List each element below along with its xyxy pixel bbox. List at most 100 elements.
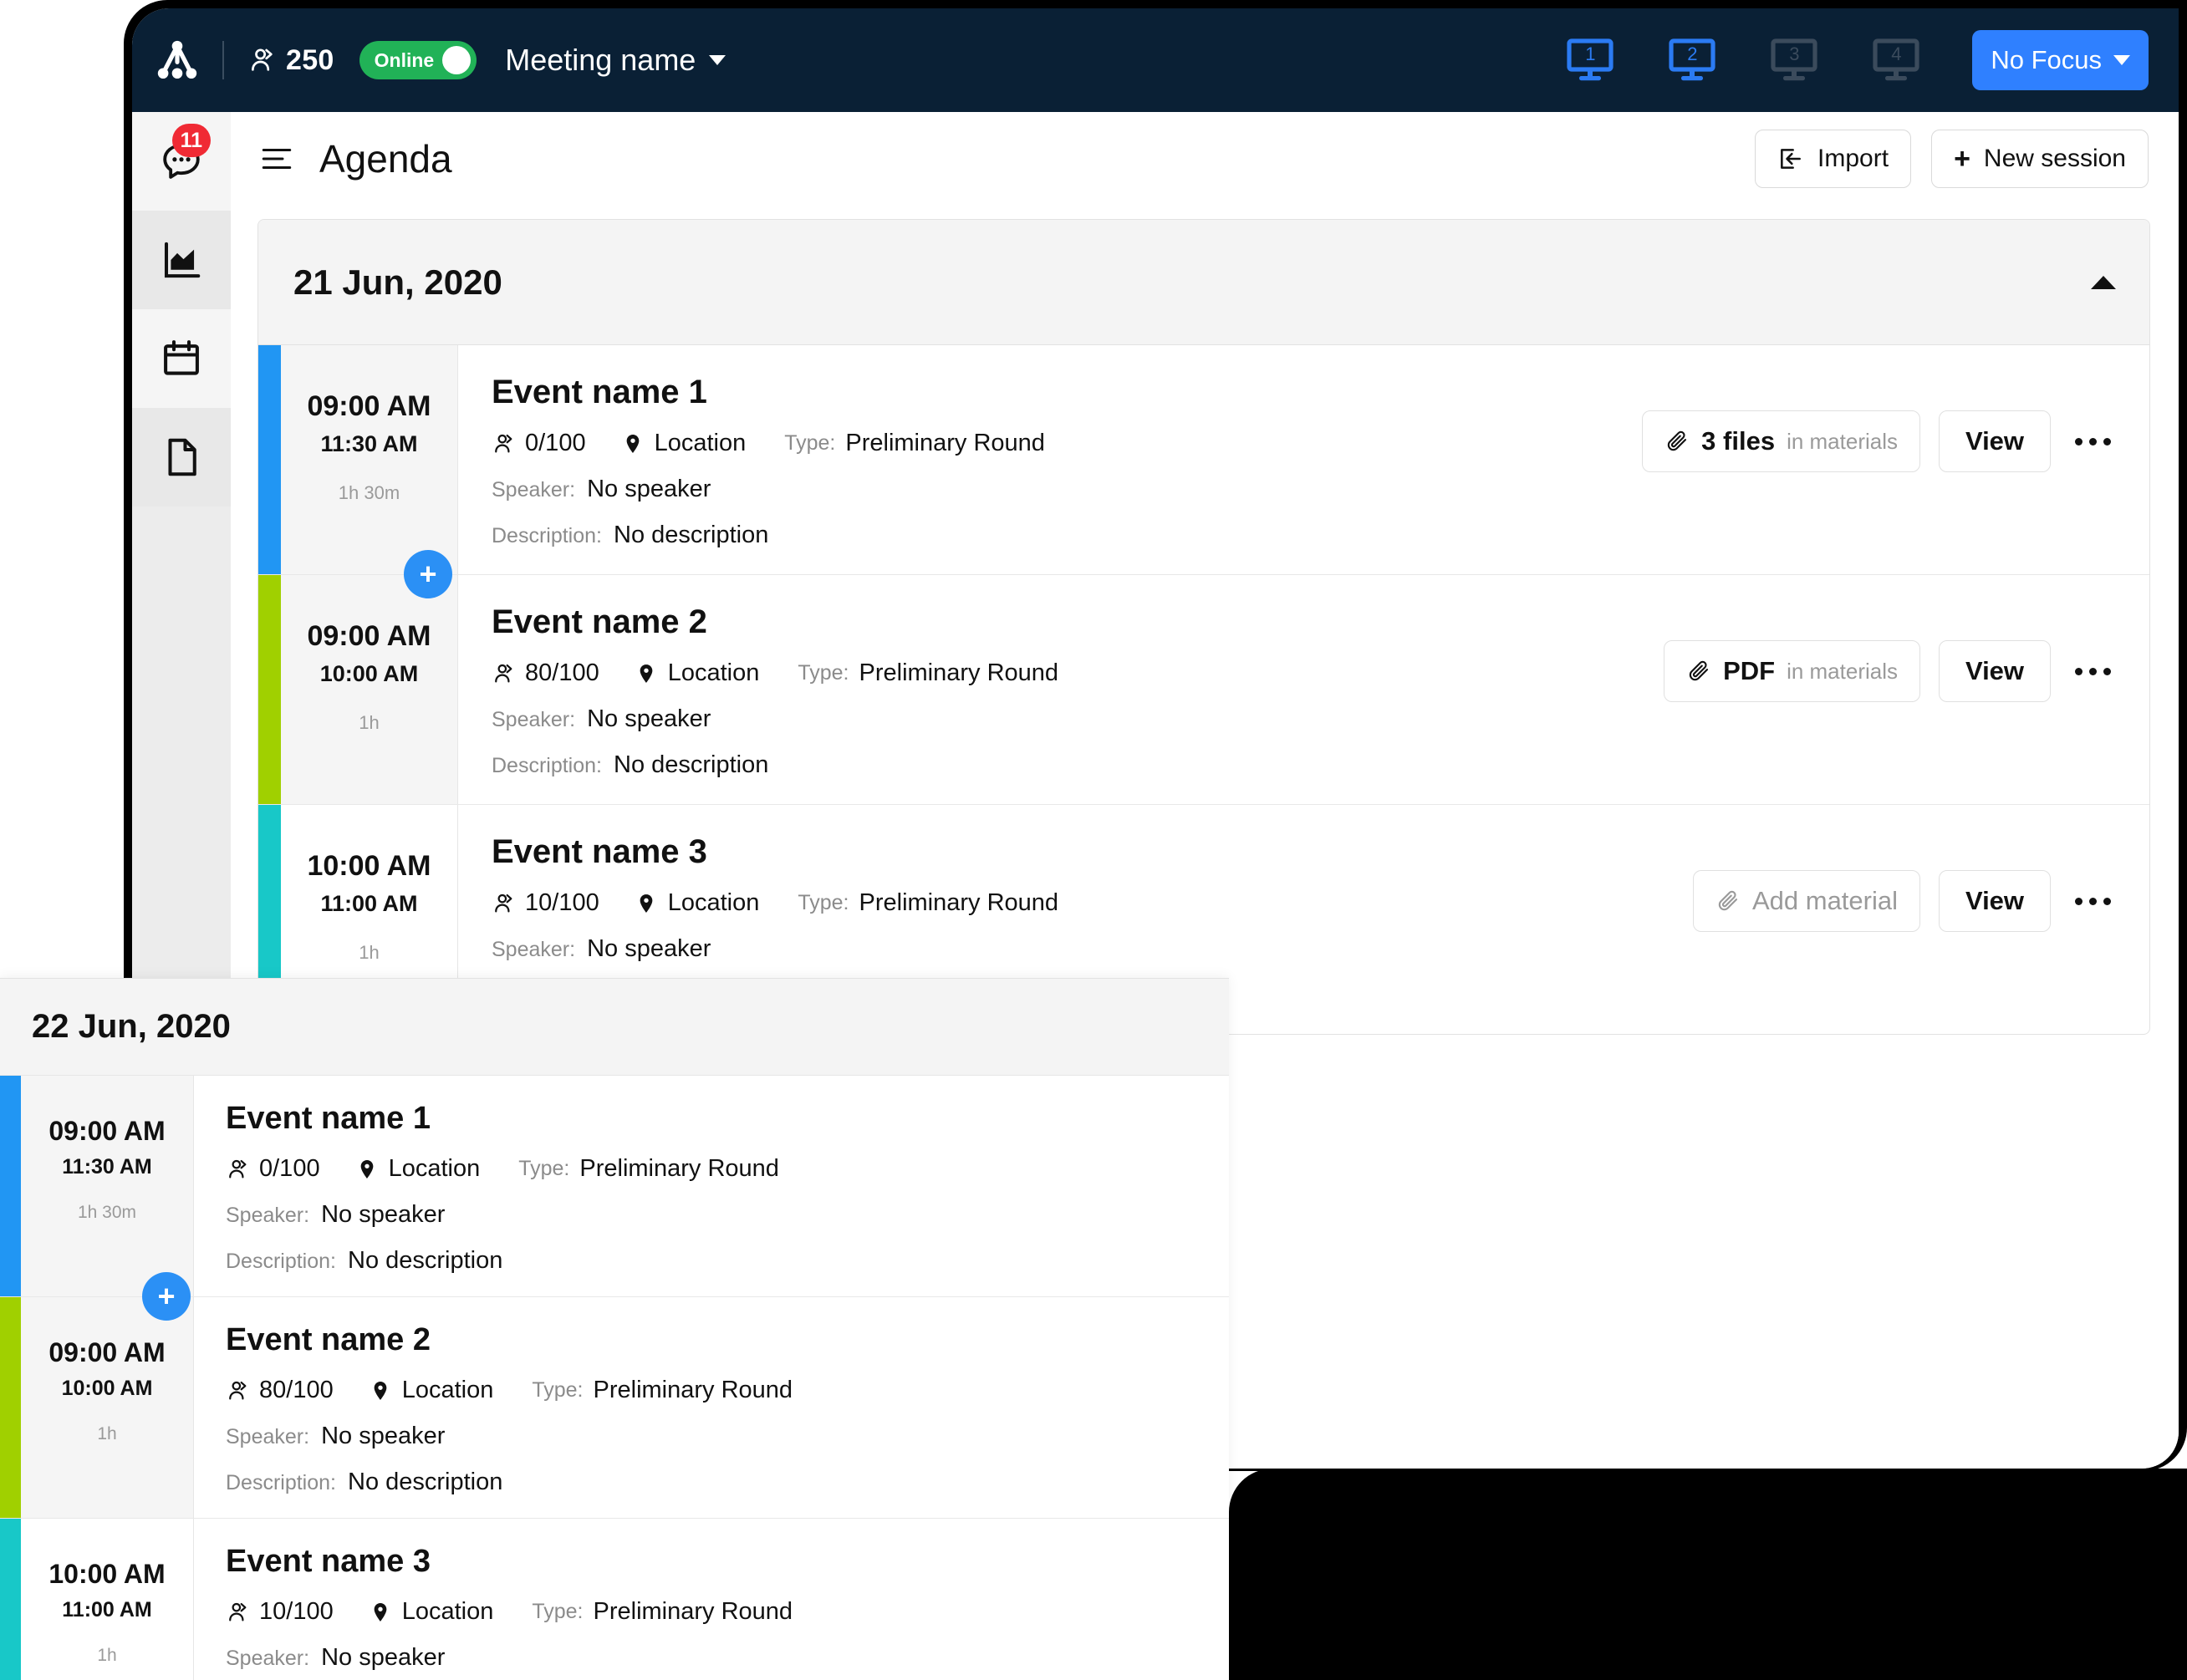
event-name: Event name 3 bbox=[226, 1544, 431, 1579]
app-logo[interactable] bbox=[132, 38, 222, 83]
screen-button-1[interactable]: 1 bbox=[1566, 38, 1614, 83]
page-title: Agenda bbox=[319, 137, 452, 181]
event-description: Description: No description bbox=[492, 751, 1664, 779]
event-details: Event name 2 80/100 Location Type: Preli… bbox=[458, 575, 1664, 804]
location-pin-icon bbox=[360, 1159, 373, 1179]
event-description-value: No description bbox=[614, 751, 769, 778]
add-material-label: Add material bbox=[1751, 886, 1898, 915]
screen-number-label: 2 bbox=[1687, 43, 1698, 64]
event-speaker: Speaker: No speaker bbox=[226, 1201, 1229, 1229]
sidebar-item-analytics[interactable] bbox=[132, 211, 231, 309]
online-status-toggle[interactable]: Online bbox=[359, 41, 477, 79]
event-color-bar bbox=[0, 1076, 21, 1296]
event-speaker-key: Speaker: bbox=[492, 938, 576, 961]
event-color-bar bbox=[0, 1519, 21, 1680]
event-duration: 1h bbox=[359, 942, 380, 963]
event-description-key: Description: bbox=[226, 1250, 336, 1273]
people-icon bbox=[229, 1159, 247, 1178]
event-actions: 3 files in materials View bbox=[1642, 410, 2149, 472]
event-location-value: Location bbox=[388, 1155, 481, 1182]
chevron-up-icon[interactable] bbox=[2091, 275, 2116, 289]
event-speaker: Speaker: No speaker bbox=[226, 1644, 1229, 1672]
day-date-label: 22 Jun, 2020 bbox=[32, 1008, 231, 1045]
event-start-time: 10:00 AM bbox=[307, 850, 431, 882]
event-speaker-value: No speaker bbox=[587, 705, 711, 732]
plus-icon: + bbox=[1954, 143, 1970, 175]
event-description: Description: No description bbox=[226, 1247, 1229, 1275]
event-meta-row: 80/100 Location Type: Preliminary Round bbox=[492, 659, 1664, 687]
event-meta-row: 80/100 Location Type: Preliminary Round bbox=[226, 1377, 1229, 1404]
event-location: Location bbox=[369, 1377, 493, 1404]
view-button[interactable]: View bbox=[1939, 410, 2051, 472]
more-options-icon[interactable] bbox=[2069, 648, 2116, 695]
event-time-column: 09:00 AM 10:00 AM 1h bbox=[21, 1297, 194, 1518]
event-description-key: Description: bbox=[226, 1471, 336, 1494]
hamburger-icon[interactable] bbox=[259, 141, 294, 176]
event-attendance: 0/100 bbox=[492, 430, 586, 457]
import-icon bbox=[1781, 149, 1801, 169]
event-start-time: 09:00 AM bbox=[48, 1116, 166, 1146]
import-button[interactable]: Import bbox=[1755, 130, 1912, 188]
event-row[interactable]: 09:00 AM 11:30 AM 1h 30m Event name 1 0/… bbox=[258, 345, 2149, 598]
device-frame-bottom-bezel bbox=[1229, 1469, 2187, 1680]
event-actions: Add material View bbox=[1692, 870, 2149, 932]
event-start-time: 09:00 AM bbox=[48, 1337, 166, 1367]
screen-button-2[interactable]: 2 bbox=[1668, 38, 1716, 83]
event-end-time: 10:00 AM bbox=[61, 1377, 153, 1400]
event-type-value: Preliminary Round bbox=[579, 1155, 779, 1182]
screenshot-root: 250 Online Meeting name 1 2 3 4 No Focus… bbox=[0, 0, 2187, 1680]
screen-button-3[interactable]: 3 bbox=[1770, 38, 1818, 83]
event-end-time: 11:30 AM bbox=[320, 431, 418, 456]
paperclip-icon bbox=[1689, 660, 1709, 681]
participants-indicator[interactable]: 250 bbox=[247, 44, 334, 77]
event-row[interactable]: 10:00 AM 11:00 AM 1h Event name 3 10/100 bbox=[0, 1518, 1229, 1680]
screen-number-label: 1 bbox=[1585, 43, 1596, 64]
people-icon bbox=[229, 1602, 247, 1621]
event-time-column: 09:00 AM 10:00 AM 1h bbox=[281, 575, 458, 804]
event-description-value: No description bbox=[348, 1247, 503, 1274]
screen-button-4[interactable]: 4 bbox=[1872, 38, 1920, 83]
view-button[interactable]: View bbox=[1939, 870, 2051, 932]
sidebar-item-chat[interactable]: 11 bbox=[132, 112, 231, 211]
add-material-button[interactable]: Add material bbox=[1692, 870, 1920, 932]
event-location: Location bbox=[635, 659, 759, 687]
view-button[interactable]: View bbox=[1939, 640, 2051, 702]
more-options-icon[interactable] bbox=[2069, 878, 2116, 924]
event-speaker-value: No speaker bbox=[321, 1423, 446, 1449]
topbar-divider bbox=[222, 41, 224, 79]
event-type: Type: Preliminary Round bbox=[532, 1598, 793, 1626]
focus-dropdown-button[interactable]: No Focus bbox=[1972, 30, 2149, 90]
day-header[interactable]: 21 Jun, 2020 bbox=[258, 220, 2149, 345]
event-row[interactable]: 09:00 AM 10:00 AM 1h Event name 2 80/100… bbox=[258, 574, 2149, 804]
event-attendance-value: 80/100 bbox=[525, 659, 599, 686]
event-type: Type: Preliminary Round bbox=[798, 659, 1058, 687]
event-meta-row: 0/100 Location Type: Preliminary Round bbox=[492, 430, 1642, 457]
event-duration: 1h 30m bbox=[338, 482, 400, 503]
add-event-between-button[interactable]: + bbox=[404, 550, 452, 598]
page-header-actions: Import + New session bbox=[1755, 130, 2149, 188]
materials-button[interactable]: PDF in materials bbox=[1664, 640, 1920, 702]
sidebar-item-calendar[interactable] bbox=[132, 309, 231, 408]
more-options-icon[interactable] bbox=[2069, 418, 2116, 465]
event-end-time: 11:00 AM bbox=[62, 1598, 152, 1621]
event-details: Event name 3 10/100 Location Type: Preli… bbox=[194, 1519, 1229, 1680]
materials-button[interactable]: 3 files in materials bbox=[1642, 410, 1920, 472]
event-color-bar bbox=[0, 1297, 21, 1518]
event-speaker-value: No speaker bbox=[321, 1201, 446, 1228]
add-event-between-button[interactable]: + bbox=[142, 1272, 191, 1321]
materials-suffix: in materials bbox=[1787, 658, 1898, 684]
event-description-value: No description bbox=[348, 1469, 503, 1495]
new-session-button[interactable]: + New session bbox=[1931, 130, 2149, 188]
screen-selector: 1 2 3 4 bbox=[1566, 38, 1920, 83]
network-logo-icon bbox=[157, 40, 197, 79]
event-speaker: Speaker: No speaker bbox=[492, 705, 1664, 733]
sidebar-item-documents[interactable] bbox=[132, 408, 231, 507]
event-row[interactable]: 09:00 AM 10:00 AM 1h Event name 2 80/100 bbox=[0, 1296, 1229, 1518]
meeting-name-dropdown[interactable]: Meeting name bbox=[505, 43, 726, 78]
day-header[interactable]: 22 Jun, 2020 bbox=[0, 979, 1229, 1076]
event-row[interactable]: 09:00 AM 11:30 AM 1h 30m Event name 1 0/… bbox=[0, 1076, 1229, 1321]
event-type-value: Preliminary Round bbox=[593, 1377, 793, 1403]
event-type-key: Type: bbox=[532, 1378, 584, 1402]
event-speaker-key: Speaker: bbox=[226, 1425, 310, 1448]
event-duration: 1h 30m bbox=[77, 1203, 137, 1222]
